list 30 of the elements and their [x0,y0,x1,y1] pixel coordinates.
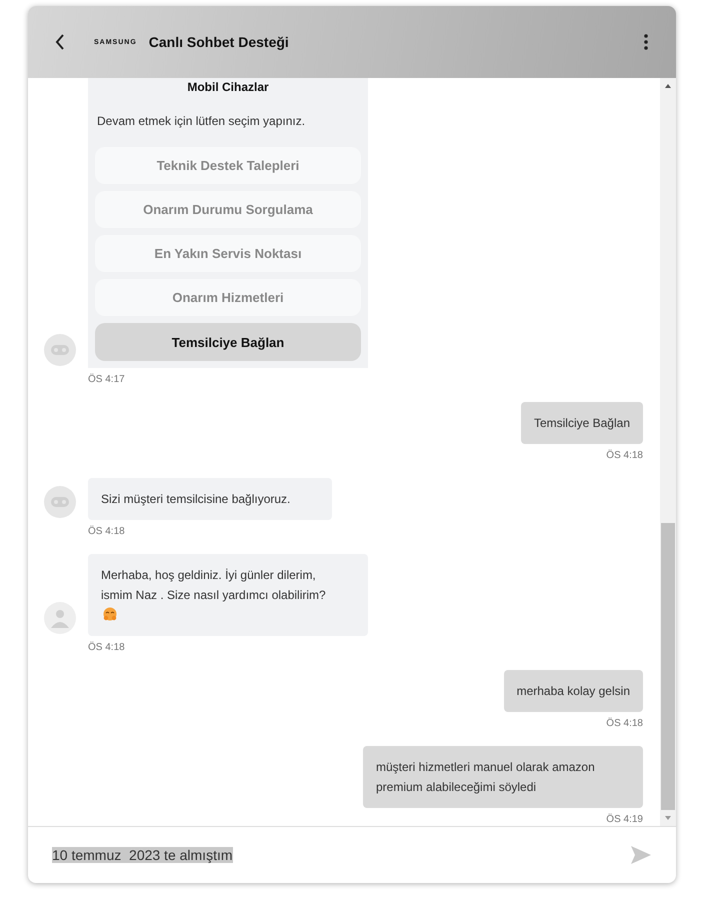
scroll-up-icon[interactable] [664,82,672,90]
card-title: Mobil Cihazlar [187,80,269,94]
timestamp: ÖS 4:18 [88,526,126,537]
send-icon[interactable] [630,845,652,865]
timestamp: ÖS 4:17 [88,374,126,385]
option-button[interactable]: En Yakın Servis Noktası [95,235,361,272]
scroll-down-icon[interactable] [664,814,672,822]
message-text: merhaba kolay gelsin [516,684,630,698]
timestamp: ÖS 4:18 [606,450,643,461]
option-button[interactable]: Onarım Durumu Sorgulama [95,191,361,228]
message-text: Sizi müşteri temsilcisine bağlıyoruz. [101,492,290,506]
option-button[interactable]: Teknik Destek Talepleri [95,147,361,184]
message-text: Merhaba, hoş geldiniz. İyi günler dilerim, ismim Naz . Size nasıl yardımcı olabilirim? [101,568,326,622]
message-text: müşteri hizmetleri manuel olarak amazon premium alabileceğimi söyledi [376,760,595,794]
chat-title: Canlı Sohbet Desteği [148,34,289,50]
scrollbar[interactable] [660,78,676,826]
bot-avatar-icon [44,334,76,366]
more-options-icon[interactable] [644,34,648,50]
message-input-field[interactable]: 10 temmuz 2023 te almıştım [52,847,630,863]
timestamp: ÖS 4:18 [88,642,126,653]
timestamp: ÖS 4:19 [606,814,643,825]
card-prompt: Devam etmek için lütfen seçim yapınız. [97,114,306,128]
back-icon[interactable] [54,33,66,51]
message-text: Temsilciye Bağlan [534,416,630,430]
option-button[interactable]: Temsilciye Bağlan [95,323,361,361]
timestamp: ÖS 4:18 [606,718,643,729]
user-avatar-icon [44,602,76,634]
scrollbar-thumb[interactable] [661,523,675,810]
option-button[interactable]: Onarım Hizmetleri [95,279,361,316]
bot-avatar-icon [44,486,76,518]
